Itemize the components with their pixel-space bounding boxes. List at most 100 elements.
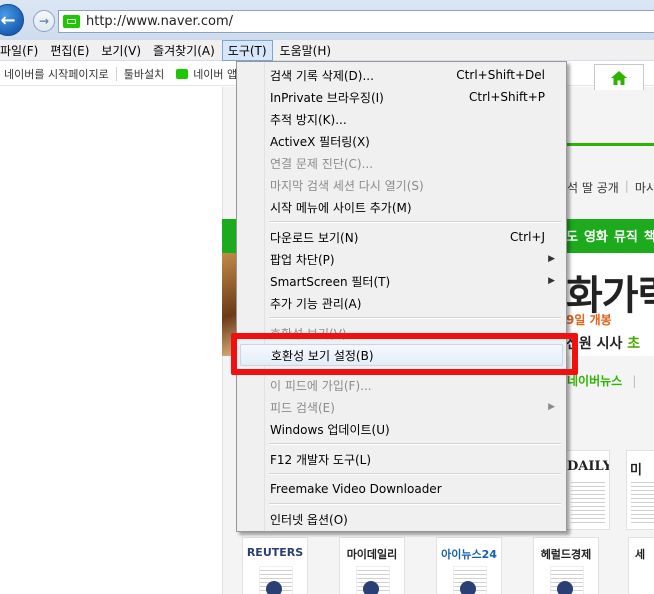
menu-separator bbox=[269, 317, 561, 319]
news-logo: 세 bbox=[635, 548, 646, 561]
search-box-edge bbox=[567, 143, 654, 146]
menu-item-manage-addons[interactable]: 추가 기능 관리(A) bbox=[240, 292, 563, 314]
link-item[interactable]: 석 딸 공개 bbox=[567, 179, 619, 196]
menu-separator bbox=[269, 221, 561, 223]
fav-install-toolbar[interactable]: 툴바설치 bbox=[120, 66, 168, 82]
menu-item-label: Freemake Video Downloader bbox=[270, 482, 442, 496]
menu-item-label: 시작 메뉴에 사이트 추가(M) bbox=[270, 200, 412, 215]
link-separator: | bbox=[624, 179, 629, 193]
secondary-links: 석 딸 공개 | 마시 bbox=[567, 179, 654, 196]
menu-separator bbox=[269, 473, 561, 475]
banner-subline-highlight: 초 bbox=[627, 336, 641, 352]
menu-file[interactable]: 파일(F) bbox=[0, 40, 43, 61]
home-tab[interactable] bbox=[594, 64, 644, 90]
menu-item-tracking-protection[interactable]: 추적 방지(K)... bbox=[240, 108, 563, 130]
menu-item-reopen-last-session: 마지막 검색 세션 다시 열기(S) bbox=[240, 174, 563, 196]
menu-item-view-downloads[interactable]: 다운로드 보기(N) Ctrl+J bbox=[240, 226, 563, 248]
url-field[interactable]: http://www.naver.com/ bbox=[58, 10, 654, 33]
news-card[interactable]: 미 bbox=[626, 450, 654, 530]
menu-item-label: 이 피드에 가입(F)... bbox=[270, 378, 372, 393]
menu-item-popup-blocker[interactable]: 팝업 차단(P) ▶ bbox=[240, 248, 563, 270]
back-button[interactable]: ← bbox=[0, 4, 24, 36]
tools-dropdown-menu: 검색 기록 삭제(D)... Ctrl+Shift+Del InPrivate … bbox=[236, 61, 567, 532]
menu-item-diagnose-connection: 연결 문제 진단(C)... bbox=[240, 152, 563, 174]
menu-item-label: ActiveX 필터링(X) bbox=[270, 134, 370, 149]
news-card[interactable]: 헤럴드경제 bbox=[533, 537, 599, 594]
menu-view[interactable]: 보기(V) bbox=[96, 40, 146, 61]
menu-help[interactable]: 도움말(H) bbox=[275, 40, 337, 61]
link-item[interactable]: 마시 bbox=[635, 179, 654, 196]
menu-item-subscribe-feed: 이 피드에 가입(F)... bbox=[240, 374, 563, 396]
menu-item-label: InPrivate 브라우징(I) bbox=[270, 90, 384, 105]
menu-item-add-to-start-menu[interactable]: 시작 메뉴에 사이트 추가(M) bbox=[240, 196, 563, 218]
menu-item-label: 마지막 검색 세션 다시 열기(S) bbox=[270, 178, 424, 193]
news-card[interactable]: 마이데일리 bbox=[339, 537, 405, 594]
news-logo: 아이뉴스24 bbox=[441, 548, 497, 561]
news-thumbnail bbox=[356, 566, 390, 594]
menu-item-feed-discovery: 피드 검색(E) ▶ bbox=[240, 396, 563, 418]
menu-edit[interactable]: 편집(E) bbox=[45, 40, 94, 61]
menu-item-internet-options[interactable]: 인터넷 옵션(O) bbox=[240, 508, 563, 530]
submenu-arrow-icon: ▶ bbox=[548, 276, 555, 286]
news-logo: 미 bbox=[630, 463, 642, 478]
menu-item-label: 다운로드 보기(N) bbox=[270, 230, 359, 245]
menu-bar: 파일(F) 편집(E) 보기(V) 즐겨찾기(A) 도구(T) 도움말(H) bbox=[0, 39, 654, 61]
menu-item-label: 검색 기록 삭제(D)... bbox=[270, 68, 374, 83]
address-bar: ← → http://www.naver.com/ bbox=[0, 0, 654, 40]
submenu-arrow-icon: ▶ bbox=[548, 402, 555, 412]
menu-item-windows-update[interactable]: Windows 업데이트(U) bbox=[240, 418, 563, 440]
news-thumbnail bbox=[571, 479, 605, 523]
news-card[interactable]: DAILY bbox=[566, 450, 610, 530]
news-thumbnail bbox=[259, 566, 293, 594]
menu-item-shortcut: Ctrl+J bbox=[510, 230, 545, 244]
naver-site-icon bbox=[63, 15, 80, 28]
url-text: http://www.naver.com/ bbox=[86, 14, 233, 29]
menu-item-inprivate[interactable]: InPrivate 브라우징(I) Ctrl+Shift+P bbox=[240, 86, 563, 108]
news-thumbnail bbox=[453, 566, 487, 594]
menu-item-label: 추적 방지(K)... bbox=[270, 112, 347, 127]
menu-separator bbox=[269, 443, 561, 445]
menu-item-label: Windows 업데이트(U) bbox=[270, 422, 390, 437]
menu-tools[interactable]: 도구(T) bbox=[221, 39, 273, 61]
gnb-item-music[interactable]: 뮤직 bbox=[614, 226, 638, 245]
news-thumbnail bbox=[631, 479, 654, 523]
gnb-item-book[interactable]: 책 bbox=[644, 226, 654, 245]
gnb-item-movie[interactable]: 영화 bbox=[584, 226, 608, 245]
news-thumbnail bbox=[550, 566, 584, 594]
forward-button[interactable]: → bbox=[33, 10, 55, 32]
fav-naver-app[interactable]: 네이버 앱 bbox=[168, 66, 237, 82]
back-arrow-icon: ← bbox=[0, 9, 16, 31]
menu-favorites[interactable]: 즐겨찾기(A) bbox=[148, 40, 220, 61]
news-card[interactable]: 세 bbox=[628, 537, 654, 594]
gnb-items: 도 영화 뮤직 책 bbox=[566, 226, 654, 245]
forward-arrow-icon: → bbox=[38, 14, 50, 28]
submenu-arrow-icon: ▶ bbox=[548, 254, 555, 264]
menu-item-label: SmartScreen 필터(T) bbox=[270, 274, 391, 289]
fav-set-homepage[interactable]: 네이버를 시작페이지로 bbox=[0, 66, 113, 82]
menu-separator bbox=[269, 503, 561, 505]
menu-item-delete-history[interactable]: 검색 기록 삭제(D)... Ctrl+Shift+Del bbox=[240, 64, 563, 86]
menu-item-label: 연결 문제 진단(C)... bbox=[270, 156, 374, 171]
naver-app-icon bbox=[176, 68, 189, 79]
menu-item-f12-developer-tools[interactable]: F12 개발자 도구(L) bbox=[240, 448, 563, 470]
menu-item-smartscreen-filter[interactable]: SmartScreen 필터(T) ▶ bbox=[240, 270, 563, 292]
menu-item-label: 피드 검색(E) bbox=[270, 400, 335, 415]
news-logo: 헤럴드경제 bbox=[540, 548, 592, 561]
menu-item-label: 인터넷 옵션(O) bbox=[270, 512, 348, 527]
menu-item-label: 팝업 차단(P) bbox=[270, 252, 335, 267]
banner-opening-date: 9일 개봉 bbox=[566, 313, 612, 327]
menu-item-label: F12 개발자 도구(L) bbox=[270, 452, 372, 467]
menu-item-activex-filtering[interactable]: ActiveX 필터링(X) bbox=[240, 130, 563, 152]
news-header: 네이버뉴스 | bbox=[567, 372, 636, 389]
news-card[interactable]: REUTERS bbox=[242, 537, 308, 594]
highlight-annotation-box bbox=[231, 333, 578, 375]
news-logo: REUTERS bbox=[246, 546, 304, 559]
home-icon bbox=[611, 70, 627, 85]
naver-news-link[interactable]: 네이버뉴스 bbox=[567, 374, 622, 388]
news-logo: 마이데일리 bbox=[346, 548, 398, 561]
menu-item-freemake-video-downloader[interactable]: Freemake Video Downloader bbox=[240, 478, 563, 500]
news-card[interactable]: 아이뉴스24 bbox=[436, 537, 502, 594]
menu-item-shortcut: Ctrl+Shift+P bbox=[469, 90, 545, 104]
gnb-item[interactable]: 도 bbox=[566, 226, 578, 245]
menu-item-label: 추가 기능 관리(A) bbox=[270, 296, 362, 311]
